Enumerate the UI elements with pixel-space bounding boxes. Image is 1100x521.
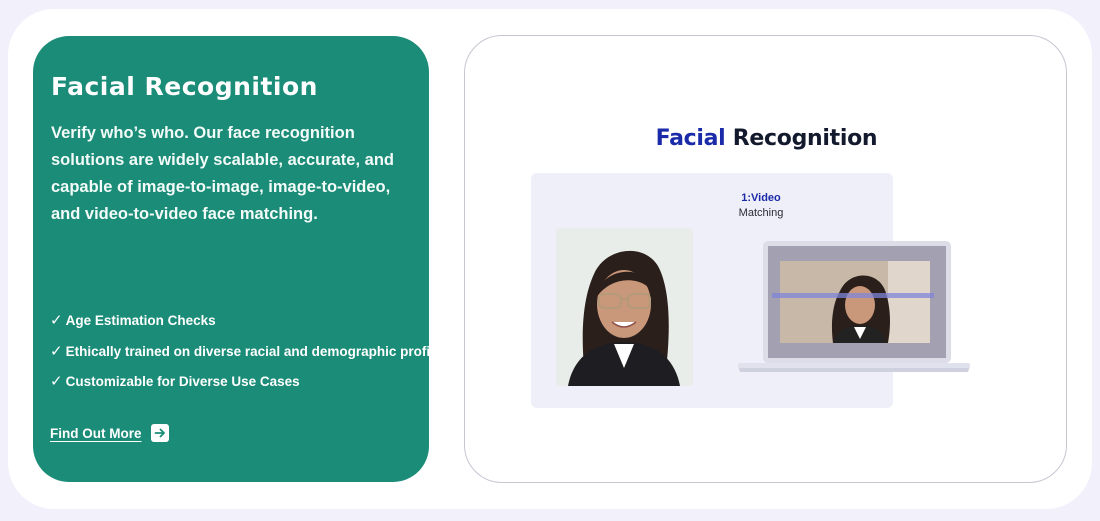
arrow-right-icon[interactable]	[150, 424, 169, 442]
matching-label: 1:Video Matching	[713, 191, 809, 221]
matching-text: Matching	[738, 207, 784, 219]
find-out-more-label: Find Out More	[50, 425, 142, 441]
preview-title-part1: Facial	[655, 126, 726, 151]
feature-item: ✓ Age Estimation Checks	[50, 306, 449, 337]
preview-title-part2: Recognition	[732, 126, 878, 151]
feature-label: Customizable for Diverse Use Cases	[65, 374, 300, 390]
checkmark-icon: ✓	[50, 342, 63, 360]
checkmark-icon: ✓	[50, 373, 63, 391]
feature-item: ✓ Ethically trained on diverse racial an…	[50, 337, 449, 368]
feature-list: ✓ Age Estimation Checks ✓ Ethically trai…	[50, 306, 449, 398]
feature-card: Facial Recognition Verify who’s who. Our…	[33, 36, 449, 482]
feature-item: ✓ Customizable for Diverse Use Cases	[50, 367, 449, 398]
preview-card: Facial Recognition 1:Video Matching	[464, 35, 1067, 483]
matching-mode: 1:Video	[741, 192, 781, 204]
card-description: Verify who’s who. Our face recognition s…	[51, 124, 394, 223]
feature-label: Ethically trained on diverse racial and …	[65, 343, 449, 359]
find-out-more-link[interactable]: Find Out More	[50, 424, 169, 442]
demo-panel: 1:Video Matching	[531, 173, 970, 408]
reference-photo	[556, 228, 693, 386]
feature-label: Age Estimation Checks	[65, 313, 216, 329]
preview-title: Facial Recognition	[465, 126, 1066, 151]
laptop-video-frame	[738, 241, 970, 376]
card-title: Facial Recognition	[51, 72, 318, 101]
checkmark-icon: ✓	[50, 312, 63, 330]
